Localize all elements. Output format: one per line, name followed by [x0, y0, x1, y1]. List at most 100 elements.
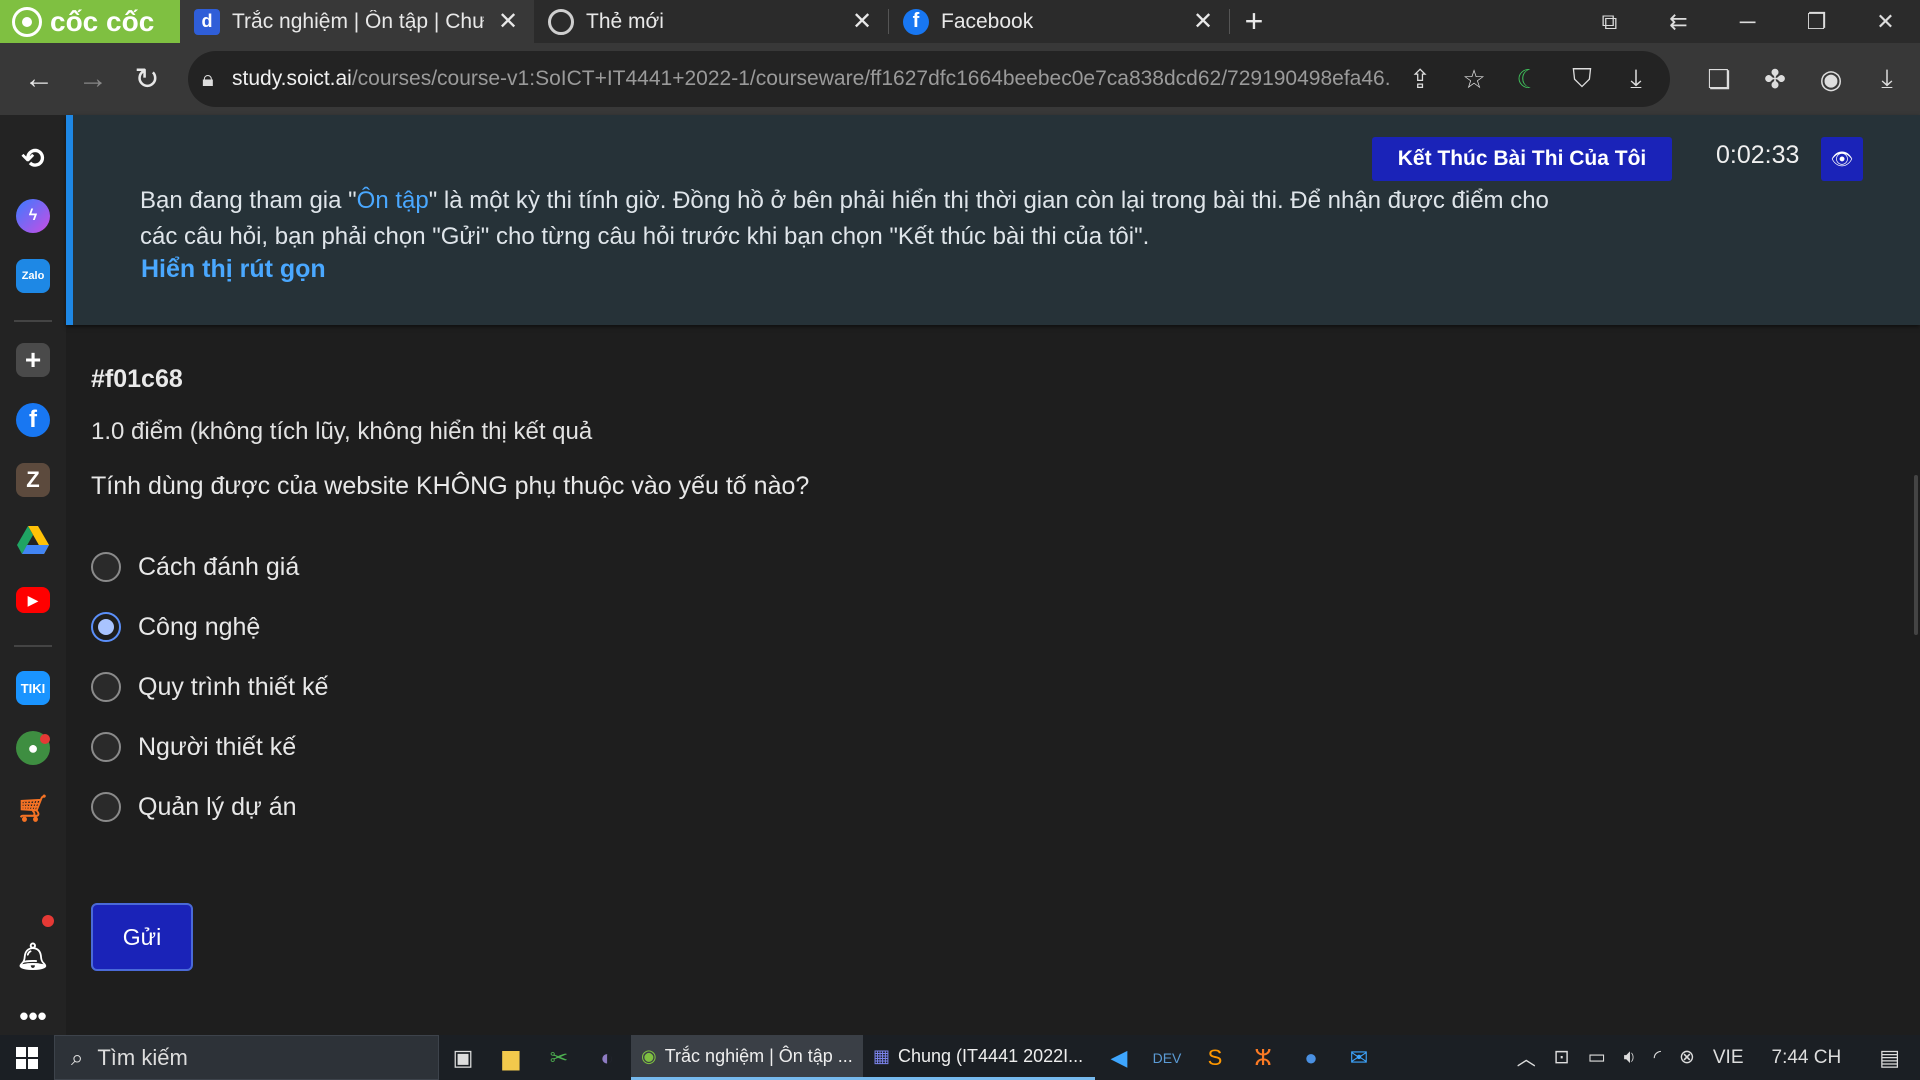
address-bar[interactable]: 🔒︎ study.soict.ai/courses/course-v1:SoIC… — [188, 51, 1670, 107]
start-button[interactable] — [0, 1035, 54, 1080]
exam-timer: 0:02:33 — [1716, 141, 1800, 169]
windows-logo-icon — [16, 1046, 38, 1069]
z-app-icon[interactable]: Z — [16, 463, 50, 497]
page-content: Kết Thúc Bài Thi Của Tôi 0:02:33 👁︎ Bạn … — [66, 115, 1920, 1035]
add-shortcut-icon[interactable]: + — [16, 343, 50, 377]
browser-toolbar: ← → ↻ 🔒︎ study.soict.ai/courses/course-v… — [0, 43, 1920, 115]
shopping-cart-icon[interactable]: 🛒︎ — [16, 791, 50, 825]
window-controls: ⧉ ⇇ ─ ❐ ✕ — [1575, 0, 1920, 43]
submit-button[interactable]: Gửi — [91, 903, 193, 971]
taskbar-app-coccoc[interactable]: ◉ Trắc nghiệm | Ôn tập ... — [631, 1035, 863, 1080]
more-options-icon[interactable]: ••• — [16, 999, 50, 1033]
task-view-icon[interactable]: ▣ — [439, 1035, 487, 1080]
profile-icon[interactable]: ◉ — [1814, 64, 1848, 95]
sublime-icon[interactable]: S — [1191, 1035, 1239, 1080]
tab-title: Facebook — [941, 9, 1034, 33]
mail-icon[interactable]: ✉ — [1335, 1035, 1383, 1080]
tab-facebook[interactable]: f Facebook ✕ — [889, 0, 1229, 43]
forward-button[interactable]: → — [66, 52, 120, 106]
battery-icon[interactable]: ▭ — [1588, 1046, 1606, 1069]
eclipse-icon[interactable]: ◐ — [583, 1035, 631, 1080]
minimize-button[interactable]: ─ — [1713, 0, 1782, 43]
file-explorer-icon[interactable]: ▆ — [487, 1035, 535, 1080]
close-tab-icon[interactable]: ✕ — [850, 7, 874, 36]
bookmark-star-icon[interactable]: ☆ — [1458, 64, 1490, 95]
snipping-tool-icon[interactable]: ✂ — [535, 1035, 583, 1080]
restore-button[interactable]: ❐ — [1782, 0, 1851, 43]
taskbar-search[interactable]: ⌕ Tìm kiếm — [54, 1035, 439, 1080]
back-button[interactable]: ← — [12, 52, 66, 106]
tab-trac-nghiem[interactable]: d Trắc nghiệm | Ôn tập | Chương ✕ — [180, 0, 534, 43]
extension-copy-icon[interactable]: ❏ — [1702, 64, 1736, 95]
answer-option[interactable]: Người thiết kế — [91, 727, 296, 767]
lock-icon[interactable]: 🔒︎ — [202, 66, 232, 92]
coccoc-logo-icon — [12, 6, 42, 37]
tab-strip: cốc cốc d Trắc nghiệm | Ôn tập | Chương … — [0, 0, 1920, 43]
screen-capture-icon[interactable]: ⧉ — [1575, 0, 1644, 43]
disconnected-icon[interactable]: ⊗ — [1679, 1046, 1695, 1069]
radio-button-selected[interactable] — [91, 612, 121, 642]
google-drive-shape — [17, 526, 49, 554]
new-tab-button[interactable]: + — [1230, 0, 1278, 43]
clock[interactable]: 7:44 CH — [1772, 1047, 1842, 1069]
tab-new-tab[interactable]: Thẻ mới ✕ — [534, 0, 888, 43]
windows-taskbar: ⌕ Tìm kiếm ▣ ▆ ✂ ◐ ◉ Trắc nghiệm | Ôn tậ… — [0, 1035, 1920, 1080]
radio-button[interactable] — [91, 672, 121, 702]
tray-chevron-icon[interactable]: ︿ — [1517, 1044, 1536, 1071]
volume-icon[interactable]: 🔉︎ — [1624, 1047, 1636, 1069]
google-drive-icon[interactable] — [16, 523, 50, 557]
dark-mode-moon-icon[interactable]: ☾ — [1512, 64, 1544, 95]
coccoc-favicon-icon — [548, 8, 574, 35]
tab-switch-icon[interactable]: ⇇ — [1644, 0, 1713, 43]
url-text[interactable]: study.soict.ai/courses/course-v1:SoICT+I… — [232, 67, 1392, 91]
scrollbar-thumb[interactable] — [1914, 475, 1918, 635]
answer-option[interactable]: Cách đánh giá — [91, 547, 299, 587]
tab-title: Thẻ mới — [586, 9, 664, 33]
downloads-icon[interactable]: ⤓ — [1870, 63, 1904, 95]
history-icon[interactable]: ⟲ — [16, 141, 50, 175]
reload-button[interactable]: ↻ — [120, 52, 174, 106]
address-bar-actions: ⇪ ☆ ☾ ⛉ ⤓ — [1404, 51, 1652, 107]
option-label: Người thiết kế — [138, 732, 297, 761]
show-less-link[interactable]: Hiển thị rút gọn — [141, 255, 326, 284]
wifi-icon[interactable]: ◜ — [1654, 1046, 1661, 1069]
zalo-icon[interactable]: Zalo — [16, 259, 50, 293]
messenger-icon[interactable]: ϟ — [16, 199, 50, 233]
close-window-button[interactable]: ✕ — [1851, 0, 1920, 43]
app-circle-icon[interactable]: ● — [1287, 1035, 1335, 1080]
coccoc-brand[interactable]: cốc cốc — [0, 0, 180, 43]
exam-link[interactable]: Ôn tập — [357, 187, 429, 214]
answer-option[interactable]: Quản lý dự án — [91, 787, 297, 827]
camera-icon[interactable]: ⊡ — [1554, 1046, 1570, 1069]
close-tab-icon[interactable]: ✕ — [496, 7, 520, 36]
xampp-icon[interactable]: ⵣ — [1239, 1035, 1287, 1080]
language-indicator[interactable]: VIE — [1713, 1047, 1744, 1069]
notification-dot — [42, 915, 54, 927]
hide-timer-eye-icon[interactable]: 👁︎ — [1821, 137, 1863, 181]
answer-option[interactable]: Công nghệ — [91, 607, 260, 647]
option-label: Quy trình thiết kế — [138, 672, 329, 701]
puzzle-extensions-icon[interactable]: ✤ — [1758, 64, 1792, 95]
close-tab-icon[interactable]: ✕ — [1191, 7, 1215, 36]
taskbar-app-teams[interactable]: ▦ Chung (IT4441 2022I... — [863, 1035, 1095, 1080]
facebook-icon[interactable]: f — [16, 403, 50, 437]
vscode-icon[interactable]: ◀ — [1095, 1035, 1143, 1080]
url-host: study.soict.ai — [232, 67, 352, 90]
devcpp-icon[interactable]: DEV — [1143, 1035, 1191, 1080]
download-video-icon[interactable]: ⤓ — [1620, 63, 1652, 95]
exam-notice: Bạn đang tham gia "Ôn tập" là một kỳ thi… — [140, 183, 1560, 255]
radio-button[interactable] — [91, 732, 121, 762]
tiki-icon[interactable]: TIKI — [16, 671, 50, 705]
radio-button[interactable] — [91, 552, 121, 582]
share-icon[interactable]: ⇪ — [1404, 64, 1436, 95]
notifications-icon[interactable]: ▤ — [1879, 1045, 1900, 1071]
shield-icon[interactable]: ⛉ — [1566, 63, 1598, 95]
youtube-icon[interactable]: ▶ — [16, 587, 50, 613]
search-placeholder: Tìm kiếm — [97, 1044, 188, 1070]
question-id: #f01c68 — [91, 365, 183, 393]
radio-button[interactable] — [91, 792, 121, 822]
answer-option[interactable]: Quy trình thiết kế — [91, 667, 328, 707]
end-exam-button[interactable]: Kết Thúc Bài Thi Của Tôi — [1372, 137, 1672, 181]
question-text: Tính dùng được của website KHÔNG phụ thu… — [91, 472, 810, 500]
notifications-bell-icon[interactable]: 🔔︎ — [16, 939, 50, 973]
